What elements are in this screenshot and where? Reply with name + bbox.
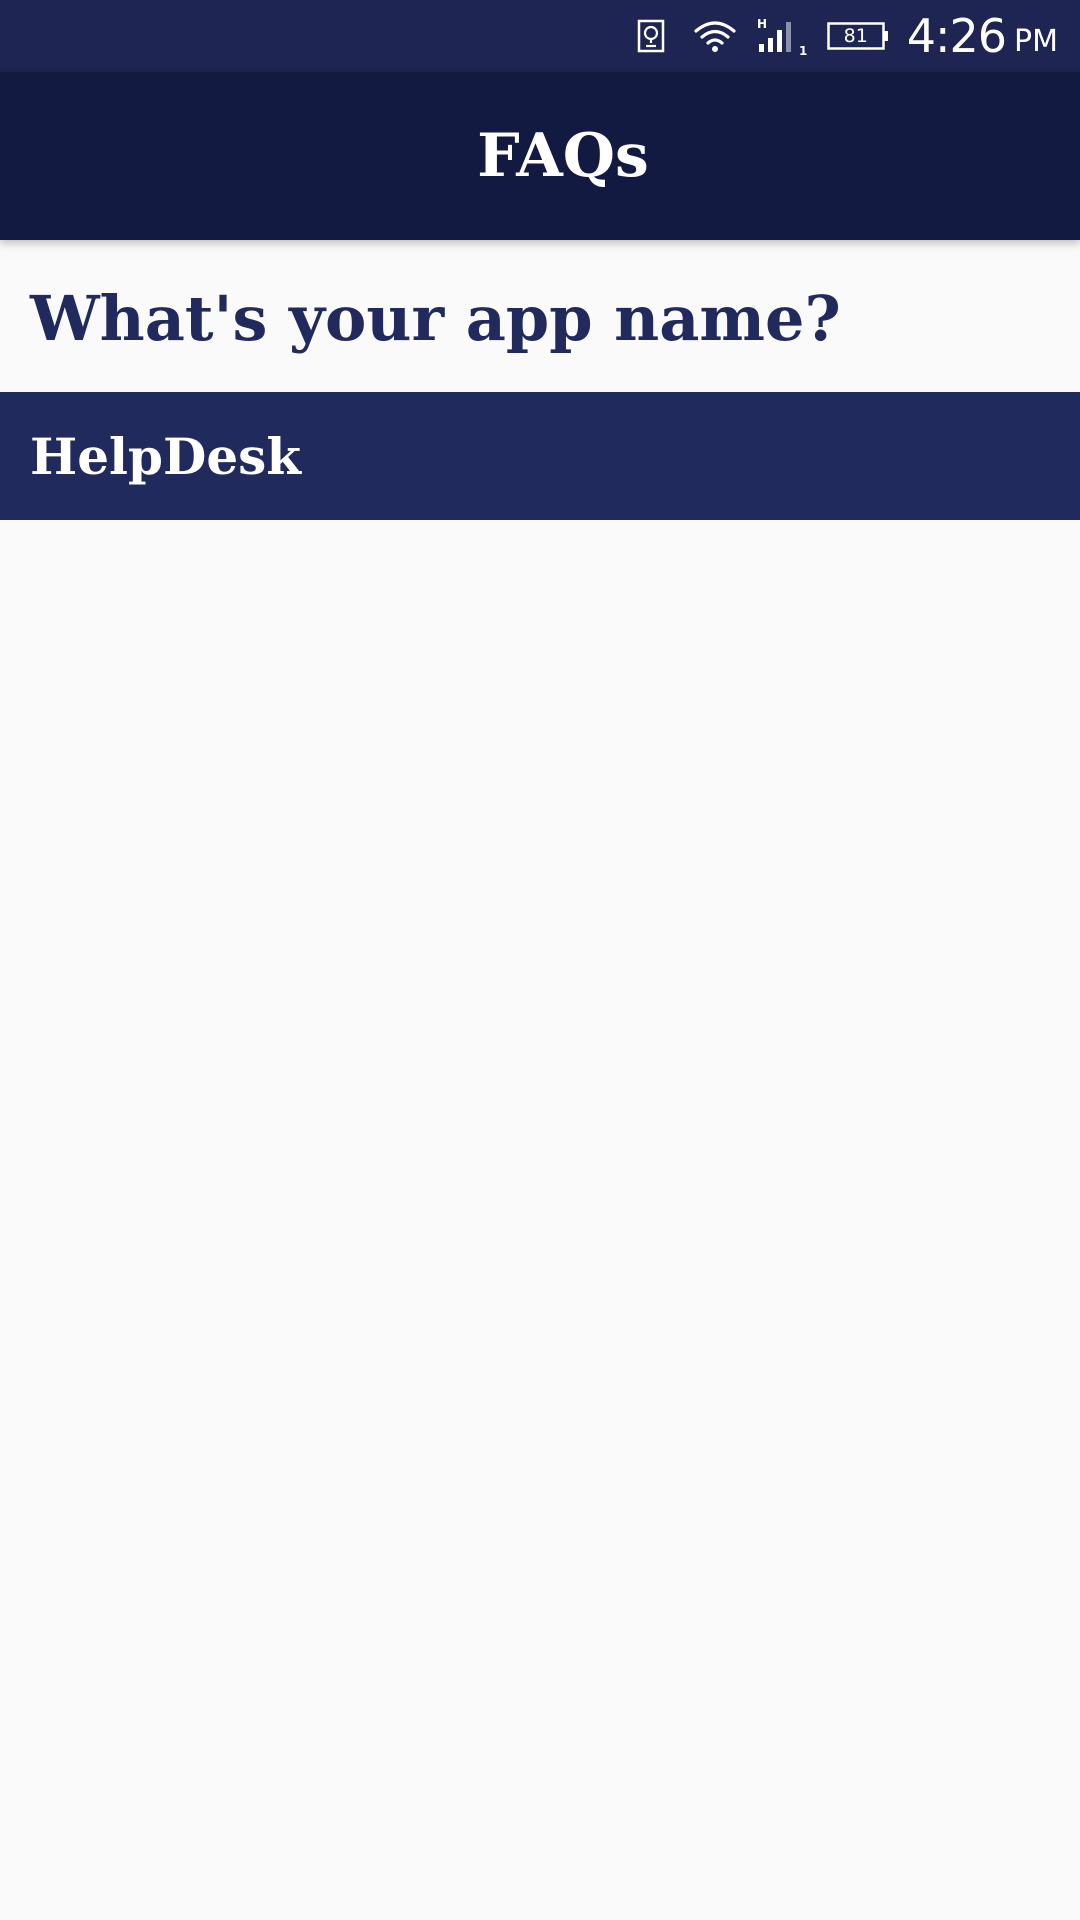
wifi-icon bbox=[693, 19, 737, 53]
status-bar: H 1 81 4:26 PM bbox=[0, 0, 1080, 72]
status-icons: H 1 81 4:26 PM bbox=[637, 0, 1058, 72]
battery-level: 81 bbox=[843, 25, 868, 47]
clock-ampm: PM bbox=[1014, 23, 1058, 59]
faq-question[interactable]: What's your app name? bbox=[30, 282, 841, 355]
app-bar: FAQs bbox=[0, 72, 1080, 240]
signal-icon: H 1 bbox=[757, 16, 811, 56]
clock-time: 4:26 bbox=[906, 9, 1007, 63]
faq-answer-row: HelpDesk bbox=[0, 392, 1080, 520]
network-type-label: H bbox=[757, 17, 767, 31]
faq-answer: HelpDesk bbox=[30, 426, 301, 486]
page-title: FAQs bbox=[477, 121, 649, 191]
sim-slot-label: 1 bbox=[799, 44, 807, 56]
battery-icon: 81 bbox=[826, 22, 889, 50]
sim-card-icon bbox=[637, 19, 665, 53]
